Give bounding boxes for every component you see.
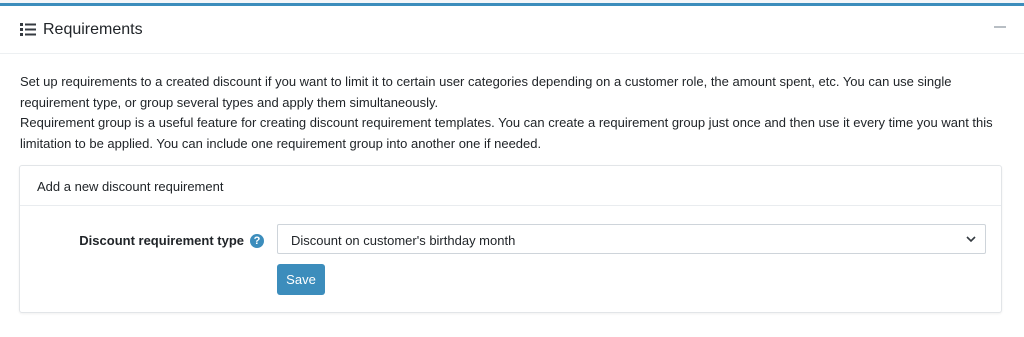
description: Set up requirements to a created discoun… (20, 72, 1004, 154)
panel-header: Add a new discount requirement (20, 166, 1001, 206)
collapse-icon[interactable] (994, 26, 1006, 28)
save-button[interactable]: Save (277, 264, 325, 295)
card-header: Requirements (0, 6, 1024, 54)
field-label: Discount requirement type (79, 233, 244, 248)
help-icon[interactable]: ? (250, 233, 264, 248)
requirements-card: Requirements Set up requirements to a cr… (0, 3, 1024, 337)
select-value: Discount on customer's birthday month (291, 233, 516, 248)
list-icon (20, 23, 36, 36)
panel-title: Add a new discount requirement (37, 179, 224, 194)
add-requirement-panel: Add a new discount requirement Discount … (19, 165, 1002, 313)
requirement-type-select[interactable]: Discount on customer's birthday month (277, 224, 986, 254)
chevron-down-icon (966, 236, 976, 243)
description-paragraph: Set up requirements to a created discoun… (20, 74, 952, 110)
requirement-type-label: Discount requirement type ? (79, 233, 264, 248)
description-paragraph: Requirement group is a useful feature fo… (20, 115, 993, 151)
card-title: Requirements (43, 21, 143, 38)
